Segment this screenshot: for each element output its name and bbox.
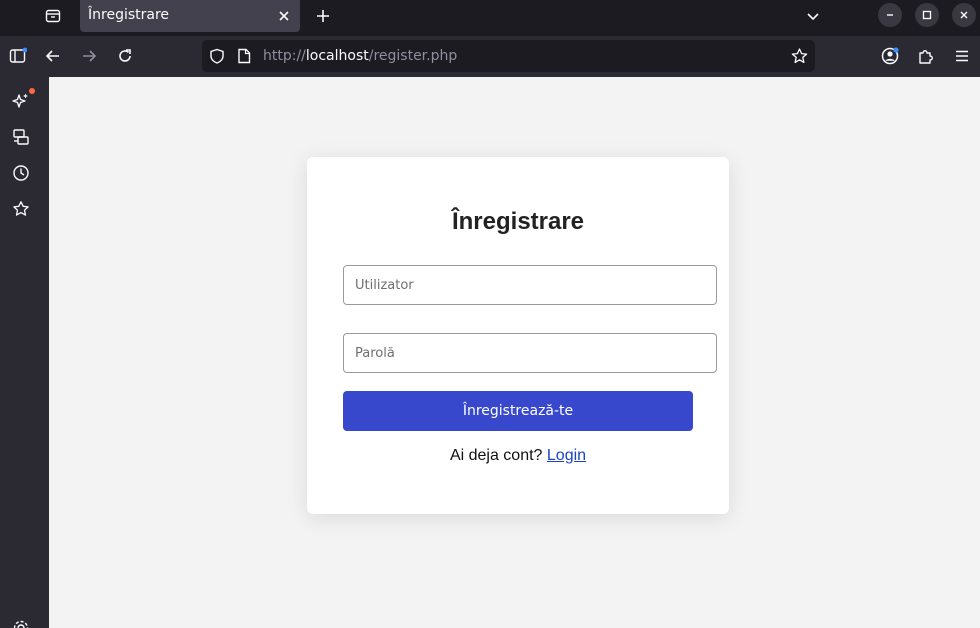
bookmarks-star-icon[interactable]	[8, 196, 34, 222]
url-text[interactable]: http://localhost/register.php	[263, 48, 457, 64]
login-link[interactable]: Login	[547, 447, 586, 464]
forward-icon[interactable]	[75, 42, 103, 70]
tab-list-icon[interactable]	[36, 2, 70, 30]
back-icon[interactable]	[39, 42, 67, 70]
gear-icon[interactable]	[8, 615, 34, 628]
login-prompt: Ai deja cont? Login	[307, 447, 729, 465]
notification-badge	[29, 88, 35, 94]
page-icon[interactable]	[237, 48, 251, 68]
url-path: /register.php	[368, 48, 458, 64]
page-title: Înregistrare	[451, 208, 585, 235]
shield-icon[interactable]	[209, 48, 225, 68]
tab-register[interactable]: Înregistrare	[80, 0, 300, 32]
username-input[interactable]	[343, 265, 717, 305]
extensions-puzzle-icon[interactable]	[912, 42, 940, 70]
sparkle-icon[interactable]	[8, 88, 35, 114]
url-scheme: http://	[263, 48, 306, 64]
password-input[interactable]	[343, 333, 717, 373]
url-bar[interactable]: http://localhost/register.php	[202, 40, 815, 72]
browser-sidebar	[0, 77, 49, 628]
hamburger-menu-icon[interactable]	[948, 42, 976, 70]
tab-title: Înregistrare	[88, 7, 170, 23]
navigation-toolbar: http://localhost/register.php	[0, 36, 980, 77]
close-window-icon[interactable]	[952, 3, 976, 27]
tab-bar: Înregistrare	[0, 0, 980, 36]
register-card: Înregistrare Înregistrează-te Ai deja co…	[307, 157, 729, 514]
close-tab-icon[interactable]	[272, 4, 296, 28]
synced-tabs-icon[interactable]	[8, 124, 34, 150]
bookmark-star-icon[interactable]	[791, 48, 808, 68]
reload-icon[interactable]	[111, 42, 139, 70]
account-icon[interactable]	[876, 42, 904, 70]
history-clock-icon[interactable]	[8, 160, 34, 186]
chevron-down-icon[interactable]	[799, 2, 827, 30]
sidebar-toggle-icon[interactable]	[4, 42, 32, 70]
maximize-icon[interactable]	[915, 3, 939, 27]
page-viewport: Înregistrare Înregistrează-te Ai deja co…	[49, 77, 980, 628]
register-button[interactable]: Înregistrează-te	[343, 391, 693, 431]
new-tab-icon[interactable]	[309, 2, 337, 30]
url-host: localhost	[305, 48, 369, 64]
login-prompt-text: Ai deja cont?	[449, 447, 543, 464]
minimize-icon[interactable]	[878, 3, 902, 27]
